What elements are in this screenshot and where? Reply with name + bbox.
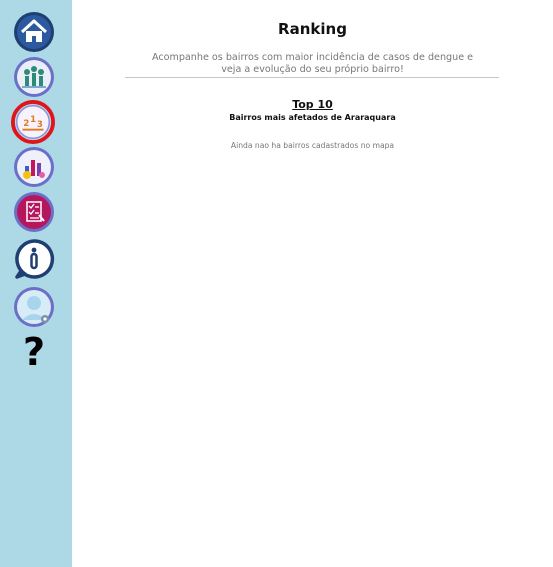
- nav-help-button[interactable]: ?: [13, 331, 55, 373]
- page-subtitle: Acompanhe os bairros com maior incidênci…: [151, 52, 474, 75]
- bar-chart-icon: [14, 147, 54, 187]
- question-mark-icon: ?: [22, 330, 46, 374]
- nav-community-button[interactable]: [13, 56, 55, 98]
- main-content: Ranking Acompanhe os bairros com maior i…: [72, 0, 553, 567]
- ranking-icon: 2 1 3: [11, 100, 55, 144]
- page-title: Ranking: [278, 20, 347, 38]
- nav-checklist-button[interactable]: [13, 191, 55, 233]
- user-profile-icon: [14, 287, 54, 327]
- nav-home-button[interactable]: [13, 11, 55, 53]
- top10-subtitle: Bairros mais afetados de Araraquara: [229, 113, 396, 122]
- nav-profile-button[interactable]: [13, 286, 55, 328]
- empty-state-message: Ainda nao ha bairros cadastrados no mapa: [230, 141, 395, 150]
- svg-text:3: 3: [37, 120, 43, 130]
- nav-info-button[interactable]: [13, 238, 55, 280]
- divider: [125, 77, 499, 78]
- info-icon: [15, 239, 55, 279]
- nav-ranking-button[interactable]: 2 1 3: [11, 100, 55, 144]
- nav-stats-button[interactable]: [13, 146, 55, 188]
- top10-title: Top 10: [292, 98, 333, 111]
- svg-text:2: 2: [23, 119, 29, 129]
- checklist-icon: [14, 192, 54, 232]
- home-icon: [14, 12, 54, 52]
- svg-text:1: 1: [30, 115, 36, 125]
- sidebar: 2 1 3 ?: [0, 0, 72, 567]
- community-icon: [14, 57, 54, 97]
